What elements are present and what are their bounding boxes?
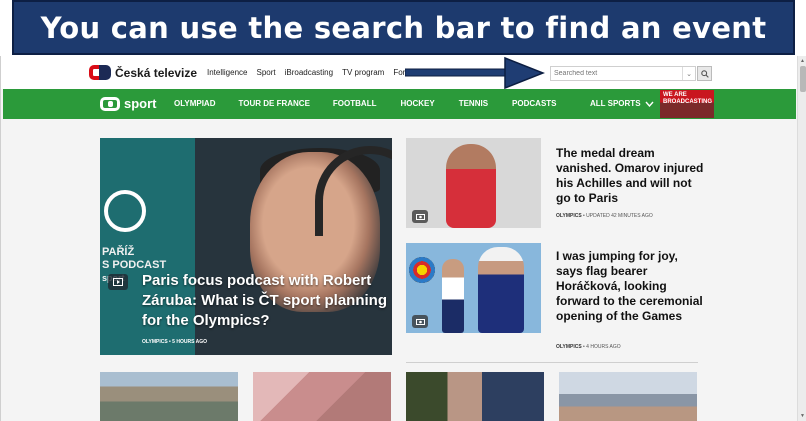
divider <box>406 362 698 363</box>
athlete-image <box>478 247 524 333</box>
we-are-broadcasting-banner[interactable]: WE ARE BROADCASTING <box>660 90 714 118</box>
nav-tennis[interactable]: TENNIS <box>459 99 488 108</box>
article-meta-2: OLYMPICS • 4 HOURS AGO <box>556 344 621 350</box>
ct-logo-icon <box>89 65 111 80</box>
article-thumbnail-1[interactable] <box>406 138 541 228</box>
ct-sport-logo-icon <box>100 96 120 111</box>
hero-title[interactable]: Paris focus podcast with Robert Záruba: … <box>142 271 387 331</box>
arrow-annotation-icon <box>405 56 545 90</box>
top-link-intelligence[interactable]: Intelligence <box>207 68 247 77</box>
ct-logo-text: Česká televize <box>115 65 198 80</box>
broadcast-label: WE ARE BROADCASTING <box>663 92 712 106</box>
hero-meta: OLYMPICS • 5 HOURS AGO <box>142 339 208 345</box>
podcast-label-line-1: PAŘÍŽ <box>102 246 135 258</box>
article-time-2: • 4 HOURS AGO <box>583 344 621 350</box>
article-thumbnail-5[interactable] <box>406 372 544 421</box>
ct-logo[interactable]: Česká televize <box>89 65 197 80</box>
article-meta-1: OLYMPICS • UPDATED 42 MINUTES AGO <box>556 213 653 219</box>
article-thumbnail-3[interactable] <box>100 372 238 421</box>
scroll-down-icon[interactable]: ▼ <box>800 413 805 419</box>
ct-sport-logo-text: sport <box>124 96 157 111</box>
article-tag-2: OLYMPICS <box>556 344 582 350</box>
article-tag-1: OLYMPICS <box>556 213 582 219</box>
camera-icon <box>412 210 428 223</box>
sport-navigation: sport OLYMPIAD TOUR DE FRANCE FOOTBALL H… <box>3 89 796 119</box>
top-link-tv-program[interactable]: TV program <box>342 68 384 77</box>
top-link-ibroadcasting[interactable]: iBroadcasting <box>285 68 333 77</box>
vertical-scrollbar[interactable]: ▲ ▼ <box>797 56 806 421</box>
microphone-icon <box>104 190 146 232</box>
search-bar: ⌄ <box>550 66 696 81</box>
nav-hockey[interactable]: HOCKEY <box>400 99 434 108</box>
video-play-icon <box>108 274 128 290</box>
chevron-down-icon[interactable]: ⌄ <box>682 67 695 80</box>
archery-target-image <box>409 257 435 283</box>
article-title-1[interactable]: The medal dream vanished. Omarov injured… <box>556 146 706 206</box>
athlete-image <box>442 259 464 333</box>
scroll-up-icon[interactable]: ▲ <box>800 58 805 64</box>
browser-page: Česká televize Intelligence Sport iBroad… <box>0 56 806 421</box>
all-sports-dropdown[interactable]: ALL SPORTS <box>590 99 654 108</box>
nav-football[interactable]: FOOTBALL <box>333 99 377 108</box>
top-link-sport[interactable]: Sport <box>256 68 275 77</box>
hero-article[interactable]: PAŘÍŽ S PODCAST sport Paris focus podcas… <box>100 138 392 355</box>
camera-icon <box>412 315 428 328</box>
broadcast-line-1: WE ARE <box>663 92 687 98</box>
search-button[interactable] <box>697 66 712 81</box>
search-input[interactable] <box>551 67 682 80</box>
nav-olympiad[interactable]: OLYMPIAD <box>174 99 216 108</box>
scrollbar-thumb[interactable] <box>800 66 806 92</box>
top-navigation: Česká televize Intelligence Sport iBroad… <box>1 56 797 90</box>
ct-sport-logo[interactable]: sport <box>100 96 157 111</box>
nav-tour-de-france[interactable]: TOUR DE FRANCE <box>239 99 310 108</box>
chevron-down-icon <box>645 101 654 107</box>
banner-text: You can use the search bar to find an ev… <box>40 10 767 45</box>
sport-links: OLYMPIAD TOUR DE FRANCE FOOTBALL HOCKEY … <box>174 99 557 108</box>
nav-podcasts[interactable]: PODCASTS <box>512 99 556 108</box>
athlete-image <box>446 144 496 228</box>
instruction-banner: You can use the search bar to find an ev… <box>12 0 795 55</box>
search-icon <box>700 69 709 78</box>
article-thumbnail-4[interactable] <box>253 372 391 421</box>
all-sports-label: ALL SPORTS <box>590 99 641 108</box>
broadcast-line-2: BROADCASTING <box>663 99 712 105</box>
article-time-1: • UPDATED 42 MINUTES AGO <box>583 213 653 219</box>
article-thumbnail-2[interactable] <box>406 243 541 333</box>
article-title-2[interactable]: I was jumping for joy, says flag bearer … <box>556 249 706 324</box>
top-links: Intelligence Sport iBroadcasting TV prog… <box>207 68 413 77</box>
article-thumbnail-6[interactable] <box>559 372 697 421</box>
